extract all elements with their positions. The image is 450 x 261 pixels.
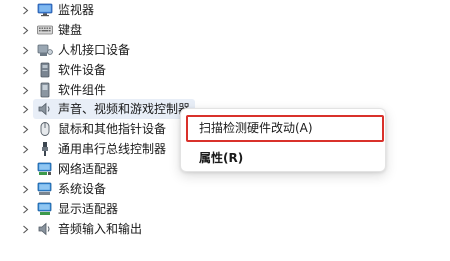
chevron-right-icon[interactable] [20,0,30,20]
chevron-right-icon[interactable] [20,179,30,199]
software-component-icon [37,82,53,98]
tree-item-hid[interactable]: 人机接口设备 [0,40,300,60]
chevron-right-icon[interactable] [20,119,30,139]
chevron-right-icon[interactable] [20,60,30,80]
tree-item-software-devices[interactable]: 软件设备 [0,60,300,80]
tree-item-label: 监视器 [58,3,95,17]
tree-item-monitors[interactable]: 监视器 [0,0,300,20]
mouse-icon [37,121,53,137]
tree-item-label: 系统设备 [58,182,107,196]
audio-io-icon [37,221,53,237]
keyboard-icon [37,22,53,38]
tree-item-software-components[interactable]: 软件组件 [0,80,300,100]
tree-item-label: 人机接口设备 [58,43,131,57]
monitor-icon [37,2,53,18]
tree-item-keyboards[interactable]: 键盘 [0,20,300,40]
display-adapter-icon [37,201,53,217]
tree-item-label: 软件组件 [58,83,107,97]
tree-item-label: 音频输入和输出 [58,222,143,236]
chevron-right-icon[interactable] [20,40,30,60]
usb-icon [37,141,53,157]
chevron-right-icon[interactable] [20,219,30,239]
properties-menu-item[interactable]: 属性(R) [187,145,383,171]
tree-item-label: 软件设备 [58,63,107,77]
tree-item-label: 显示适配器 [58,202,119,216]
tree-item-label: 键盘 [58,23,83,37]
chevron-right-icon[interactable] [20,80,30,100]
tree-item-system-devices[interactable]: 系统设备 [0,179,300,199]
hid-icon [37,42,53,58]
context-menu: 扫描检测硬件改动(A) 属性(R) [180,108,386,172]
tree-item-label: 鼠标和其他指针设备 [58,122,167,136]
software-device-icon [37,62,53,78]
tree-item-label: 网络适配器 [58,162,119,176]
tree-item-label: 通用串行总线控制器 [58,142,167,156]
system-device-icon [37,181,53,197]
chevron-right-icon[interactable] [20,159,30,179]
chevron-right-icon[interactable] [20,199,30,219]
tree-item-label: 声音、视频和游戏控制器 [58,102,191,116]
network-adapter-icon [37,161,53,177]
tree-item-display-adapters[interactable]: 显示适配器 [0,199,300,219]
speaker-icon [37,101,53,117]
chevron-right-icon[interactable] [20,99,30,119]
chevron-right-icon[interactable] [20,20,30,40]
chevron-right-icon[interactable] [20,139,30,159]
scan-hardware-changes-menu-item[interactable]: 扫描检测硬件改动(A) [187,115,383,141]
tree-item-audio-io[interactable]: 音频输入和输出 [0,219,300,239]
